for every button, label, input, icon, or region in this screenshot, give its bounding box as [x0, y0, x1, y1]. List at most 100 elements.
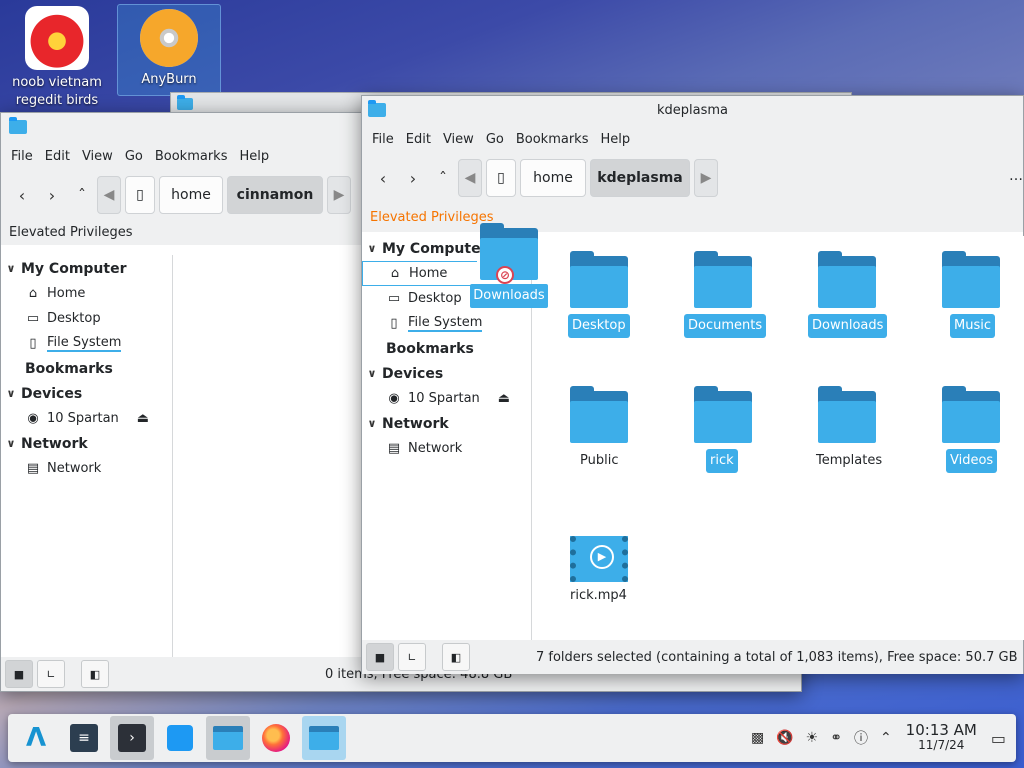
- hide-sidebar-button[interactable]: ◧: [442, 643, 470, 671]
- sidebar-section-bookmarks[interactable]: Bookmarks: [1, 356, 172, 381]
- volume-muted-icon[interactable]: 🔇: [776, 730, 793, 746]
- menu-edit[interactable]: Edit: [39, 149, 76, 164]
- breadcrumb-cinnamon[interactable]: cinnamon: [227, 176, 323, 214]
- sidebar-item-device[interactable]: ◉ 10 Spartan ⏏: [1, 406, 172, 431]
- sidebar-item-desktop[interactable]: ▭ Desktop: [1, 306, 172, 331]
- eject-icon[interactable]: ⏏: [137, 411, 149, 426]
- file-item-label[interactable]: Templates: [812, 449, 886, 473]
- discover-store-icon[interactable]: [158, 716, 202, 760]
- show-places-button[interactable]: ■: [5, 660, 33, 688]
- hide-sidebar-button[interactable]: ◧: [81, 660, 109, 688]
- file-item-label[interactable]: Documents: [684, 314, 767, 338]
- breadcrumb-left-arrow[interactable]: ◀: [97, 176, 121, 214]
- breadcrumb-kdeplasma[interactable]: kdeplasma: [590, 159, 690, 197]
- video-file-icon[interactable]: ▶: [570, 536, 628, 582]
- menu-file[interactable]: File: [5, 149, 39, 164]
- folder-icon[interactable]: [818, 386, 876, 443]
- forward-icon[interactable]: ›: [37, 186, 67, 205]
- sidebar-item-filesystem[interactable]: ▯ File System: [362, 311, 531, 336]
- drag-label: Downloads: [470, 284, 548, 308]
- file-view[interactable]: Desktop Documents Downloads Music Public…: [532, 236, 1024, 640]
- menu-edit[interactable]: Edit: [400, 132, 437, 147]
- desktop-icon-noob-vietnam[interactable]: noob vietnam regedit birds: [5, 0, 109, 110]
- menu-bookmarks[interactable]: Bookmarks: [149, 149, 234, 164]
- file-item-label[interactable]: rick: [706, 449, 738, 473]
- back-icon[interactable]: ‹: [368, 169, 398, 188]
- drive-icon[interactable]: ▯: [486, 159, 516, 197]
- sidebar-item-network[interactable]: ▤ Network: [1, 456, 172, 481]
- file-item-label[interactable]: Desktop: [568, 314, 630, 338]
- sidebar-item-home[interactable]: ⌂ Home: [362, 261, 477, 286]
- folder-icon[interactable]: [818, 251, 876, 308]
- sidebar-item-filesystem[interactable]: ▯ File System: [1, 331, 172, 356]
- eject-icon[interactable]: ⏏: [498, 391, 510, 406]
- brightness-icon[interactable]: ☀: [806, 730, 819, 746]
- terminal-icon[interactable]: ›: [110, 716, 154, 760]
- menu-view[interactable]: View: [76, 149, 119, 164]
- file-item-label[interactable]: Videos: [946, 449, 998, 473]
- tray-expand-icon[interactable]: ⌃: [880, 730, 892, 746]
- network-tray-icon[interactable]: ⚭: [830, 730, 842, 746]
- menu-help[interactable]: Help: [594, 132, 636, 147]
- sidebar-section-network[interactable]: ∨ Network: [362, 411, 531, 436]
- menu-file[interactable]: File: [366, 132, 400, 147]
- menu-view[interactable]: View: [437, 132, 480, 147]
- desktop-icon: ▭: [26, 311, 40, 326]
- breadcrumb-home[interactable]: home: [520, 159, 586, 197]
- sidebar-section-devices[interactable]: ∨ Devices: [362, 361, 531, 386]
- forward-icon[interactable]: ›: [398, 169, 428, 188]
- show-places-button[interactable]: ■: [366, 643, 394, 671]
- menu-help[interactable]: Help: [233, 149, 275, 164]
- back-icon[interactable]: ‹: [7, 186, 37, 205]
- up-icon[interactable]: ˆ: [428, 169, 458, 188]
- sidebar-section-network[interactable]: ∨ Network: [1, 431, 172, 456]
- system-settings-icon[interactable]: ≡: [62, 716, 106, 760]
- clipboard-icon[interactable]: ▩: [751, 730, 764, 746]
- sidebar-item-home[interactable]: ⌂ Home: [1, 281, 172, 306]
- drag-preview: ⊘ Downloads: [470, 223, 548, 310]
- folder-icon[interactable]: [942, 386, 1000, 443]
- folder-icon[interactable]: [694, 386, 752, 443]
- file-manager-window-kdeplasma: kdeplasma File Edit View Go Bookmarks He…: [361, 95, 1024, 674]
- file-item-label[interactable]: Public: [576, 449, 622, 473]
- up-icon[interactable]: ˆ: [67, 186, 97, 205]
- sidebar-item-label: 10 Spartan: [47, 411, 119, 426]
- file-item-label[interactable]: Music: [950, 314, 995, 338]
- file-manager-taskbar-icon-2[interactable]: [302, 716, 346, 760]
- help-icon[interactable]: ⓘ: [854, 728, 868, 748]
- breadcrumb-home[interactable]: home: [159, 176, 223, 214]
- sidebar-item-device[interactable]: ◉ 10 Spartan ⏏: [362, 386, 531, 411]
- app-launcher-button[interactable]: Λ: [14, 716, 58, 760]
- breadcrumb-right-arrow[interactable]: ▶: [694, 159, 718, 197]
- breadcrumb-left-arrow[interactable]: ◀: [458, 159, 482, 197]
- folder-icon[interactable]: [694, 251, 752, 308]
- sidebar-section-devices[interactable]: ∨ Devices: [1, 381, 172, 406]
- show-tree-button[interactable]: ∟: [37, 660, 65, 688]
- sidebar-section-bookmarks[interactable]: Bookmarks: [362, 336, 531, 361]
- firefox-icon[interactable]: [254, 716, 298, 760]
- menu-go[interactable]: Go: [480, 132, 510, 147]
- sidebar-item-label: Home: [409, 266, 448, 281]
- window-titlebar[interactable]: kdeplasma: [362, 96, 1023, 124]
- taskbar: Λ ≡ › ▩ 🔇 ☀ ⚭ ⓘ ⌃ 10:13 AM 11/7/24 ▭: [8, 714, 1016, 762]
- sidebar-section-my-computer[interactable]: ∨ My Computer: [1, 256, 172, 281]
- desktop-icon-anyburn[interactable]: AnyBurn: [117, 4, 221, 96]
- file-manager-taskbar-icon[interactable]: [206, 716, 250, 760]
- show-desktop-icon[interactable]: ▭: [991, 729, 1006, 748]
- folder-icon[interactable]: [570, 251, 628, 308]
- folder-icon[interactable]: [942, 251, 1000, 308]
- breadcrumb-right-arrow[interactable]: ▶: [327, 176, 351, 214]
- overflow-menu-icon[interactable]: …: [1009, 168, 1023, 184]
- menu-bookmarks[interactable]: Bookmarks: [510, 132, 595, 147]
- chevron-down-icon: ∨: [367, 367, 377, 380]
- folder-icon[interactable]: [570, 386, 628, 443]
- file-item-label[interactable]: rick.mp4: [566, 584, 631, 608]
- toolbar: ‹ › ˆ ◀ ▯ home kdeplasma ▶ …: [362, 154, 1023, 202]
- desktop-icon: ▭: [387, 291, 401, 306]
- file-item-label[interactable]: Downloads: [808, 314, 888, 338]
- drive-icon[interactable]: ▯: [125, 176, 155, 214]
- clock[interactable]: 10:13 AM 11/7/24: [906, 723, 977, 753]
- show-tree-button[interactable]: ∟: [398, 643, 426, 671]
- sidebar-item-network[interactable]: ▤ Network: [362, 436, 531, 461]
- menu-go[interactable]: Go: [119, 149, 149, 164]
